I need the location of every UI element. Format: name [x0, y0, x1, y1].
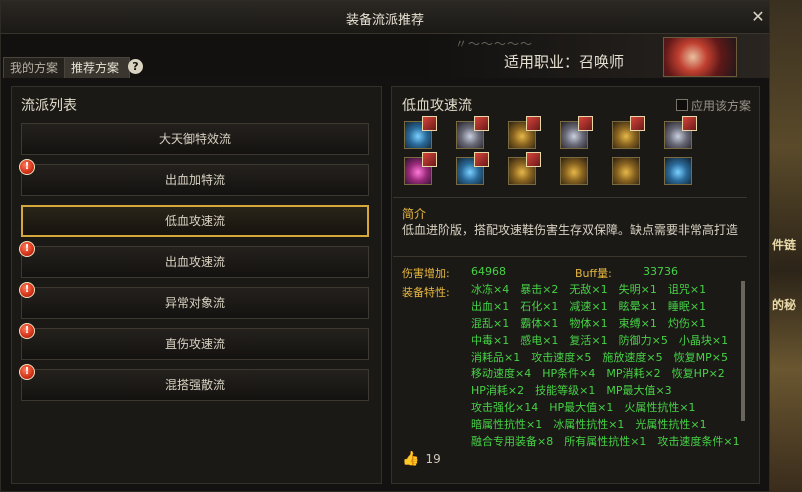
equipment-slot[interactable]: [612, 157, 640, 185]
buff-value: 33736: [643, 265, 678, 278]
damage-value: 64968: [471, 265, 506, 278]
set-badge-icon: [422, 152, 437, 167]
set-badge-icon: [474, 116, 489, 131]
warning-icon: !: [19, 241, 35, 257]
buff-label: Buff量:: [575, 267, 612, 280]
set-badge-icon: [526, 152, 541, 167]
build-item-3[interactable]: 低血攻速流: [21, 205, 369, 237]
watermark-decoration: 〃～～～～～: [455, 37, 534, 51]
trait-row: 冰冻×4 暴击×2 无敌×1 失明×1 诅咒×1: [471, 283, 707, 296]
trait-row: 消耗品×1 攻击速度×5 施放速度×5 恢复MP×5: [471, 350, 728, 364]
scrollbar-thumb[interactable]: [741, 281, 745, 421]
tab-my-plans[interactable]: 我的方案: [3, 57, 69, 78]
divider: [393, 197, 747, 198]
trait-row: 攻击强化×14 HP最大值×1 火属性抗性×1: [471, 401, 696, 415]
background-text: 的秘: [772, 298, 797, 312]
trait-row: 移动速度×4 HP条件×4 MP消耗×2 恢复HP×2: [471, 367, 725, 381]
warning-icon: !: [19, 364, 35, 380]
title-bar: 装备流派推荐 ✕: [1, 1, 769, 34]
trait-row: 出血×1 石化×1 减速×1 眩晕×1 睡眠×1: [471, 299, 707, 313]
equipment-slot[interactable]: [664, 157, 692, 185]
close-icon[interactable]: ✕: [749, 8, 767, 26]
damage-label: 伤害增加:: [402, 267, 450, 280]
set-badge-icon: [578, 116, 593, 131]
equipment-slot[interactable]: [404, 152, 437, 185]
intro-label: 简介: [402, 207, 427, 221]
trait-row: 混乱×1 霸体×1 物体×1 束缚×1 灼伤×1: [471, 316, 707, 330]
equipment-slot[interactable]: [560, 116, 593, 149]
build-list-title: 流派列表: [21, 98, 77, 114]
set-badge-icon: [682, 116, 697, 131]
trait-row: HP消耗×2 技能等级×1 MP最大值×3: [471, 384, 672, 398]
trait-row: 暗属性抗性×1 冰属性抗性×1 光属性抗性×1: [471, 418, 707, 432]
traits-label: 装备特性:: [402, 286, 450, 299]
build-item-1[interactable]: 大天御特效流: [21, 123, 369, 155]
warning-icon: !: [19, 282, 35, 298]
equipment-slot[interactable]: [508, 116, 541, 149]
build-item-6[interactable]: 直伤攻速流: [21, 328, 369, 360]
equipment-slot[interactable]: [664, 116, 697, 149]
set-badge-icon: [526, 116, 541, 131]
build-detail-title: 低血攻速流: [402, 98, 472, 114]
build-item-4[interactable]: 出血攻速流: [21, 246, 369, 278]
equipment-recommend-window: 装备流派推荐 ✕ 〃～～～～～ 适用职业：召唤师 我的方案 推荐方案 ? 流派列…: [0, 0, 770, 492]
trait-row: 融合专用装备×8 所有属性抗性×1 攻击速度条件×1: [471, 435, 740, 449]
equipment-slot[interactable]: [612, 116, 645, 149]
background-text: 件链: [772, 238, 797, 252]
build-item-7[interactable]: 混搭强散流: [21, 369, 369, 401]
build-item-2[interactable]: 出血加特流: [21, 164, 369, 196]
equipment-slot[interactable]: [560, 157, 588, 185]
set-badge-icon: [422, 116, 437, 131]
checkbox-icon: [676, 99, 688, 111]
like-count: 19: [425, 452, 441, 466]
set-badge-icon: [630, 116, 645, 131]
job-label: 适用职业：召唤师: [504, 53, 625, 71]
apply-plan-checkbox[interactable]: 应用该方案: [676, 97, 751, 114]
like-button[interactable]: 👍 19: [402, 451, 441, 467]
equipment-slot[interactable]: [508, 152, 541, 185]
character-portrait: [663, 37, 737, 77]
set-badge-icon: [474, 152, 489, 167]
divider: [393, 256, 747, 257]
traits-list: 冰冻×4 暴击×2 无敌×1 失明×1 诅咒×1 出血×1 石化×1 减速×1 …: [471, 282, 741, 451]
equipment-slot[interactable]: [404, 116, 437, 149]
help-icon[interactable]: ?: [128, 59, 143, 74]
build-item-5[interactable]: 异常对象流: [21, 287, 369, 319]
apply-plan-label: 应用该方案: [691, 99, 752, 113]
warning-icon: !: [19, 159, 35, 175]
equipment-slot[interactable]: [456, 152, 489, 185]
equipment-slot[interactable]: [456, 116, 489, 149]
thumbs-up-icon: 👍: [402, 451, 420, 467]
tab-recommended-plans[interactable]: 推荐方案: [64, 57, 130, 78]
trait-row: 中毒×1 感电×1 复活×1 防御力×5 小晶块×1: [471, 333, 729, 347]
window-title: 装备流派推荐: [345, 13, 424, 28]
warning-icon: !: [19, 323, 35, 339]
intro-text: 低血进阶版，搭配攻速鞋伤害生存双保障。缺点需要非常高打造: [402, 223, 739, 237]
